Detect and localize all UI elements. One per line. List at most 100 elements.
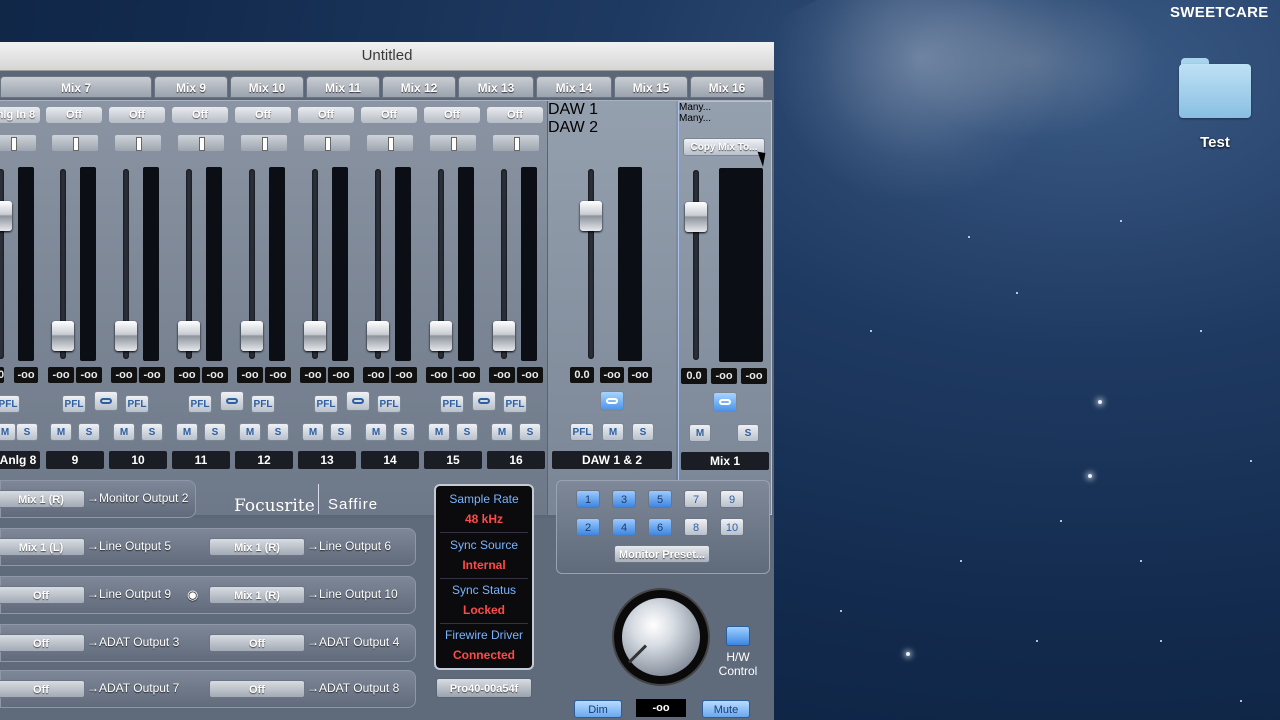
mute-button[interactable]: M	[50, 423, 72, 441]
solo-button[interactable]: S	[393, 423, 415, 441]
tab-mix-15[interactable]: Mix 15	[614, 76, 688, 98]
preset-button-9[interactable]: 9	[720, 490, 744, 508]
pfl-button[interactable]: PFL	[314, 395, 338, 413]
pfl-button[interactable]: PFL	[62, 395, 86, 413]
pan-slider[interactable]	[241, 135, 287, 151]
route-source-select[interactable]: Mix 1 (L)	[0, 538, 85, 556]
many-button-right[interactable]: Many...	[679, 113, 719, 124]
preset-button-1[interactable]: 1	[576, 490, 600, 508]
solo-button[interactable]: S	[141, 423, 163, 441]
input-select[interactable]: Off	[361, 107, 417, 123]
route-source-select[interactable]: Off	[209, 634, 305, 652]
mute-button[interactable]: M	[302, 423, 324, 441]
fader-knob[interactable]	[241, 321, 263, 351]
monitor-mute-button[interactable]: Mute	[702, 700, 750, 718]
solo-button[interactable]: S	[737, 424, 759, 442]
fader-knob[interactable]	[430, 321, 452, 351]
pfl-button[interactable]: PFL	[440, 395, 464, 413]
preset-button-3[interactable]: 3	[612, 490, 636, 508]
input-select[interactable]: Anlg In 8	[0, 107, 40, 123]
fader-knob[interactable]	[685, 202, 707, 232]
pan-slider[interactable]	[304, 135, 350, 151]
fader-track[interactable]	[0, 169, 4, 359]
daw-input-left[interactable]: DAW 1	[548, 101, 604, 119]
preset-button-6[interactable]: 6	[648, 518, 672, 536]
fader-knob[interactable]	[178, 321, 200, 351]
solo-button[interactable]: S	[78, 423, 100, 441]
pfl-button[interactable]: PFL	[570, 423, 594, 441]
pan-slider[interactable]	[367, 135, 413, 151]
pfl-button[interactable]: PFL	[188, 395, 212, 413]
dim-button[interactable]: Dim	[574, 700, 622, 718]
route-source-select[interactable]: Mix 1 (R)	[209, 586, 305, 604]
fader-knob[interactable]	[367, 321, 389, 351]
input-select[interactable]: Off	[46, 107, 102, 123]
pan-slider[interactable]	[52, 135, 98, 151]
tab-mix-13[interactable]: Mix 13	[458, 76, 534, 98]
fader-knob[interactable]	[304, 321, 326, 351]
pfl-button[interactable]: PFL	[503, 395, 527, 413]
pfl-button[interactable]: PFL	[0, 395, 20, 413]
mute-button[interactable]: M	[113, 423, 135, 441]
input-select[interactable]: Off	[109, 107, 165, 123]
tab-mix-14[interactable]: Mix 14	[536, 76, 612, 98]
tab-mix-11[interactable]: Mix 11	[306, 76, 380, 98]
solo-button[interactable]: S	[456, 423, 478, 441]
mute-button[interactable]: M	[365, 423, 387, 441]
pfl-button[interactable]: PFL	[125, 395, 149, 413]
solo-button[interactable]: S	[267, 423, 289, 441]
route-source-select[interactable]: Mix 1 (R)	[0, 490, 85, 508]
route-source-select[interactable]: Off	[0, 634, 85, 652]
pfl-button[interactable]: PFL	[251, 395, 275, 413]
preset-button-5[interactable]: 5	[648, 490, 672, 508]
preset-button-8[interactable]: 8	[684, 518, 708, 536]
preset-button-10[interactable]: 10	[720, 518, 744, 536]
mute-button[interactable]: M	[602, 423, 624, 441]
mute-button[interactable]: M	[0, 423, 16, 441]
tab-mix-12[interactable]: Mix 12	[382, 76, 456, 98]
pfl-button[interactable]: PFL	[377, 395, 401, 413]
mute-button[interactable]: M	[176, 423, 198, 441]
solo-button[interactable]: S	[632, 423, 654, 441]
sync-source-value[interactable]: Internal	[436, 558, 532, 572]
fader-knob[interactable]	[580, 201, 602, 231]
stereo-link-button[interactable]	[713, 392, 737, 412]
route-source-select[interactable]: Mix 1 (R)	[209, 538, 305, 556]
daw-input-right[interactable]: DAW 2	[548, 119, 606, 137]
input-select[interactable]: Off	[424, 107, 480, 123]
preset-button-7[interactable]: 7	[684, 490, 708, 508]
fader-track[interactable]	[588, 169, 594, 359]
route-source-select[interactable]: Off	[0, 680, 85, 698]
solo-button[interactable]: S	[519, 423, 541, 441]
tab-mix-9[interactable]: Mix 9	[154, 76, 228, 98]
pan-slider[interactable]	[178, 135, 224, 151]
tab-mix-7[interactable]: Mix 7	[0, 76, 152, 98]
preset-button-4[interactable]: 4	[612, 518, 636, 536]
solo-button[interactable]: S	[16, 423, 38, 441]
solo-button[interactable]: S	[204, 423, 226, 441]
sample-rate-value[interactable]: 48 kHz	[436, 512, 532, 526]
mute-button[interactable]: M	[239, 423, 261, 441]
preset-button-2[interactable]: 2	[576, 518, 600, 536]
pan-slider[interactable]	[493, 135, 539, 151]
route-source-select[interactable]: Off	[0, 586, 85, 604]
mute-button[interactable]: M	[689, 424, 711, 442]
copy-mix-to-button[interactable]: Copy Mix To...	[683, 138, 765, 156]
fader-knob[interactable]	[0, 201, 12, 231]
stereo-link-button[interactable]	[600, 391, 624, 411]
tab-mix-10[interactable]: Mix 10	[230, 76, 304, 98]
desktop-folder-test[interactable]: Test	[1170, 58, 1260, 151]
mute-button[interactable]: M	[491, 423, 513, 441]
input-select[interactable]: Off	[298, 107, 354, 123]
fader-knob[interactable]	[115, 321, 137, 351]
solo-button[interactable]: S	[330, 423, 352, 441]
pan-slider[interactable]	[0, 135, 36, 151]
route-source-select[interactable]: Off	[209, 680, 305, 698]
pan-slider[interactable]	[115, 135, 161, 151]
fader-knob[interactable]	[52, 321, 74, 351]
fader-knob[interactable]	[493, 321, 515, 351]
input-select[interactable]: Off	[235, 107, 291, 123]
hw-control-toggle[interactable]	[726, 626, 750, 646]
many-button-left[interactable]: Many...	[679, 102, 721, 113]
input-select[interactable]: Off	[487, 107, 543, 123]
